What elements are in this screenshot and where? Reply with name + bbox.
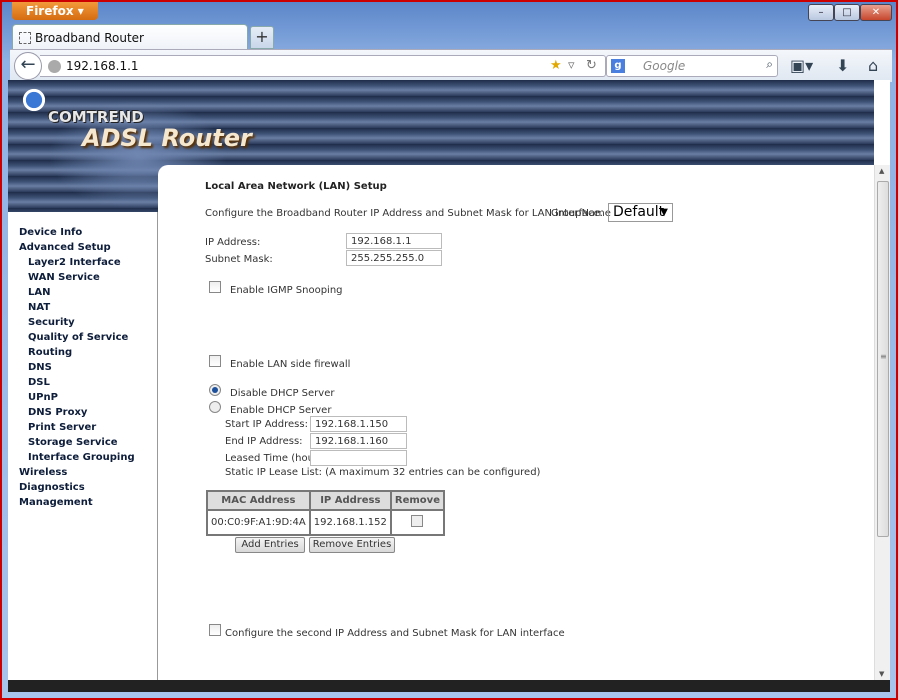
reload-icon[interactable]: ↻ <box>586 58 597 73</box>
new-tab-button[interactable]: + <box>250 26 274 49</box>
start-ip-input[interactable]: 192.168.1.150 <box>310 416 407 432</box>
url-bar[interactable]: 192.168.1.1 ★ ▿ ↻ <box>40 55 606 77</box>
subnet-mask-label: Subnet Mask: <box>205 254 273 265</box>
sidebar-item-print-server[interactable]: Print Server <box>8 420 157 435</box>
second-ip-label: Configure the second IP Address and Subn… <box>225 628 565 639</box>
ip-address-input[interactable]: 192.168.1.1 <box>346 233 442 249</box>
scrollbar-thumb[interactable]: ≡ <box>877 181 889 537</box>
leased-time-input[interactable] <box>310 450 407 466</box>
add-entries-button[interactable]: Add Entries <box>235 537 305 553</box>
mac-address-cell: 00:C0:9F:A1:9D:4A <box>206 509 311 536</box>
page-icon <box>19 32 31 44</box>
enable-dhcp-radio[interactable] <box>209 401 221 413</box>
sidebar-item-routing[interactable]: Routing <box>8 345 157 360</box>
static-lease-table: MAC Address IP Address Remove 00:C0:9F:A… <box>206 490 445 536</box>
igmp-snooping-checkbox[interactable] <box>209 281 221 293</box>
disable-dhcp-radio[interactable] <box>209 384 221 396</box>
page-content: COMTREND ADSL Router Device Info Advanced… <box>8 80 890 680</box>
sidebar-item-wireless[interactable]: Wireless <box>8 465 157 480</box>
sidebar-item-management[interactable]: Management <box>8 495 157 510</box>
vertical-scrollbar[interactable]: ▲ ≡ ▼ <box>874 165 890 680</box>
scroll-up-icon[interactable]: ▲ <box>879 167 884 175</box>
navigation-bar: 192.168.1.1 ★ ▿ ↻ ← g Google ⌕ ▣▾ ⬇ ⌂ <box>10 49 892 82</box>
minimize-button[interactable]: – <box>808 4 834 21</box>
group-name-value: Default <box>613 204 665 220</box>
status-bar <box>8 680 890 692</box>
second-ip-checkbox[interactable] <box>209 624 221 636</box>
comtrend-logo-icon <box>20 86 48 114</box>
group-name-label: GroupName <box>551 208 611 219</box>
globe-icon <box>48 60 61 73</box>
lan-firewall-label: Enable LAN side firewall <box>230 359 351 370</box>
ip-address-label: IP Address: <box>205 237 261 248</box>
remove-checkbox[interactable] <box>411 515 424 527</box>
bookmarks-icon[interactable]: ▣▾ <box>790 56 813 75</box>
sidebar-item-dns[interactable]: DNS <box>8 360 157 375</box>
search-input[interactable]: g Google ⌕ <box>606 55 778 77</box>
dropdown-icon[interactable]: ▿ <box>568 58 575 73</box>
remove-cell <box>389 509 445 536</box>
url-text: 192.168.1.1 <box>66 59 139 73</box>
home-icon[interactable]: ⌂ <box>868 56 878 75</box>
end-ip-label: End IP Address: <box>225 436 303 447</box>
tab-broadband-router[interactable]: Broadband Router <box>12 24 248 50</box>
group-name-select[interactable]: Default ▼ <box>608 203 673 222</box>
sidebar-item-lan[interactable]: LAN <box>8 285 157 300</box>
description: Configure the Broadband Router IP Addres… <box>205 208 603 219</box>
sidebar-item-storage-service[interactable]: Storage Service <box>8 435 157 450</box>
sidebar-item-dns-proxy[interactable]: DNS Proxy <box>8 405 157 420</box>
disable-dhcp-label: Disable DHCP Server <box>230 388 335 399</box>
sidebar-item-nat[interactable]: NAT <box>8 300 157 315</box>
back-button[interactable]: ← <box>14 52 42 80</box>
ip-address-cell: 192.168.1.152 <box>308 509 392 536</box>
maximize-button[interactable]: □ <box>834 4 860 21</box>
page-title: Local Area Network (LAN) Setup <box>205 181 387 192</box>
table-row: 00:C0:9F:A1:9D:4A 192.168.1.152 <box>206 509 445 536</box>
tab-title: Broadband Router <box>35 31 144 45</box>
product-title: ADSL Router <box>82 124 252 152</box>
scroll-down-icon[interactable]: ▼ <box>879 670 884 678</box>
sidebar: Device Info Advanced Setup Layer2 Interfac… <box>8 212 158 680</box>
firefox-menu-button[interactable]: Firefox ▾ <box>12 2 98 20</box>
table-header-row: MAC Address IP Address Remove <box>206 490 445 511</box>
mac-address-header: MAC Address <box>206 490 311 511</box>
firefox-label: Firefox <box>26 4 74 18</box>
sidebar-item-diagnostics[interactable]: Diagnostics <box>8 480 157 495</box>
enable-dhcp-label: Enable DHCP Server <box>230 405 332 416</box>
start-ip-label: Start IP Address: <box>225 419 308 430</box>
subnet-mask-input[interactable]: 255.255.255.0 <box>346 250 442 266</box>
sidebar-item-advanced-setup[interactable]: Advanced Setup <box>8 240 157 255</box>
close-button[interactable]: ✕ <box>860 4 892 21</box>
search-icon[interactable]: ⌕ <box>766 57 773 72</box>
sidebar-item-interface-grouping[interactable]: Interface Grouping <box>8 450 157 465</box>
sidebar-item-upnp[interactable]: UPnP <box>8 390 157 405</box>
ip-address-header: IP Address <box>308 490 392 511</box>
search-placeholder: Google <box>643 59 686 73</box>
sidebar-item-wan-service[interactable]: WAN Service <box>8 270 157 285</box>
lan-firewall-checkbox[interactable] <box>209 355 221 367</box>
downloads-icon[interactable]: ⬇ <box>836 56 849 75</box>
static-lease-note: Static IP Lease List: (A maximum 32 entr… <box>225 467 541 478</box>
chevron-down-icon: ▼ <box>660 207 668 218</box>
sidebar-item-quality-of-service[interactable]: Quality of Service <box>8 330 157 345</box>
sidebar-item-security[interactable]: Security <box>8 315 157 330</box>
search-engine-icon[interactable]: g <box>611 59 625 73</box>
sidebar-item-device-info[interactable]: Device Info <box>8 225 157 240</box>
lan-setup-panel: Local Area Network (LAN) Setup Configure… <box>158 165 874 680</box>
sidebar-item-layer2-interface[interactable]: Layer2 Interface <box>8 255 157 270</box>
sidebar-item-dsl[interactable]: DSL <box>8 375 157 390</box>
igmp-snooping-label: Enable IGMP Snooping <box>230 285 343 296</box>
remove-entries-button[interactable]: Remove Entries <box>309 537 395 553</box>
bookmark-star-icon[interactable]: ★ <box>550 58 562 73</box>
end-ip-input[interactable]: 192.168.1.160 <box>310 433 407 449</box>
remove-header: Remove <box>389 490 445 511</box>
